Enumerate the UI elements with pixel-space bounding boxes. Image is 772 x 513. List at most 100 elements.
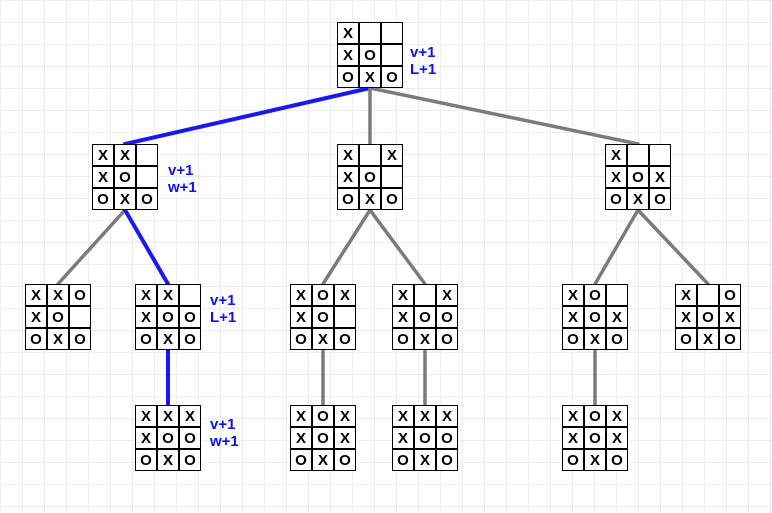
board-cell: X xyxy=(584,449,606,471)
board-cell: X xyxy=(392,405,414,427)
board-cell: X xyxy=(92,144,114,166)
board-cell: O xyxy=(69,328,91,350)
board-cell: X xyxy=(414,328,436,350)
board-cell xyxy=(697,284,719,306)
tic-tac-toe-board-root: XXOOXO xyxy=(337,22,403,88)
tree-edge xyxy=(638,210,708,284)
board-cell: O xyxy=(312,306,334,328)
board-cell xyxy=(606,284,628,306)
board-cell xyxy=(69,306,91,328)
board-cell: O xyxy=(697,306,719,328)
board-cell: O xyxy=(25,328,47,350)
board-cell: X xyxy=(114,144,136,166)
board-cell: O xyxy=(649,188,671,210)
board-cell: O xyxy=(584,427,606,449)
board-cell: O xyxy=(627,166,649,188)
board-cell: X xyxy=(157,449,179,471)
tic-tac-toe-board-l2e: XOXOXOXO xyxy=(562,284,628,350)
board-cell: X xyxy=(25,284,47,306)
board-cell: X xyxy=(334,427,356,449)
board-cell: X xyxy=(135,427,157,449)
board-cell xyxy=(136,166,158,188)
board-cell: O xyxy=(436,427,458,449)
board-cell: O xyxy=(135,449,157,471)
tree-edge xyxy=(323,210,370,284)
board-cell: X xyxy=(675,306,697,328)
board-cell: O xyxy=(337,188,359,210)
tree-edge xyxy=(125,88,370,144)
board-cell: O xyxy=(719,328,741,350)
board-cell: O xyxy=(157,427,179,449)
board-cell: X xyxy=(392,306,414,328)
tree-edge xyxy=(58,210,125,284)
board-cell: O xyxy=(675,328,697,350)
tic-tac-toe-board-l2c: XOXXOOXO xyxy=(290,284,356,350)
board-cell: O xyxy=(312,284,334,306)
tic-tac-toe-board-l2a: XXOXOOXO xyxy=(25,284,91,350)
board-cell xyxy=(381,44,403,66)
board-cell: X xyxy=(114,188,136,210)
board-cell xyxy=(359,22,381,44)
annotation-l2b: v+1 L+1 xyxy=(210,292,236,327)
annotation-root: v+1 L+1 xyxy=(410,44,436,79)
board-cell: X xyxy=(584,328,606,350)
board-cell: X xyxy=(135,405,157,427)
board-cell: O xyxy=(179,328,201,350)
board-cell: O xyxy=(381,66,403,88)
board-cell: X xyxy=(562,284,584,306)
board-cell xyxy=(414,284,436,306)
board-cell: O xyxy=(359,166,381,188)
tic-tac-toe-board-l2f: XOXOXOXO xyxy=(675,284,741,350)
board-cell: O xyxy=(135,328,157,350)
board-cell: O xyxy=(334,328,356,350)
board-cell: O xyxy=(436,306,458,328)
board-cell xyxy=(334,306,356,328)
tic-tac-toe-board-l1c: XXOXOXO xyxy=(605,144,671,210)
board-cell: X xyxy=(359,66,381,88)
board-cell: O xyxy=(392,449,414,471)
board-cell: O xyxy=(562,328,584,350)
board-cell: O xyxy=(69,284,91,306)
board-cell: X xyxy=(606,427,628,449)
board-cell: X xyxy=(605,144,627,166)
board-cell xyxy=(136,144,158,166)
board-cell: O xyxy=(392,328,414,350)
board-cell: X xyxy=(290,284,312,306)
board-cell: X xyxy=(337,22,359,44)
board-cell: X xyxy=(606,306,628,328)
board-cell: O xyxy=(719,284,741,306)
board-cell: O xyxy=(562,449,584,471)
board-cell: X xyxy=(157,405,179,427)
board-cell: X xyxy=(290,405,312,427)
tic-tac-toe-board-l3b: XOXXOXOXO xyxy=(290,405,356,471)
tree-edge xyxy=(595,210,638,284)
tic-tac-toe-board-l1b: XXXOOXO xyxy=(337,144,403,210)
tic-tac-toe-board-l3d: XOXXOXOXO xyxy=(562,405,628,471)
board-cell: O xyxy=(157,306,179,328)
board-cell: X xyxy=(92,166,114,188)
board-cell: O xyxy=(584,306,606,328)
board-cell: X xyxy=(290,427,312,449)
tree-edge xyxy=(370,210,425,284)
board-cell: O xyxy=(92,188,114,210)
board-cell xyxy=(381,166,403,188)
board-cell: X xyxy=(359,188,381,210)
board-cell: X xyxy=(337,44,359,66)
board-cell: O xyxy=(436,449,458,471)
board-cell: X xyxy=(47,328,69,350)
board-cell xyxy=(649,144,671,166)
tic-tac-toe-board-l3c: XXXXOOOXO xyxy=(392,405,458,471)
board-cell: X xyxy=(337,166,359,188)
board-cell: O xyxy=(312,427,334,449)
board-cell xyxy=(627,144,649,166)
board-cell: X xyxy=(697,328,719,350)
board-cell: X xyxy=(606,405,628,427)
board-cell: X xyxy=(337,144,359,166)
board-cell: X xyxy=(392,427,414,449)
board-cell: O xyxy=(359,44,381,66)
board-cell: O xyxy=(136,188,158,210)
tree-edge xyxy=(125,210,168,284)
tic-tac-toe-board-l2b: XXXOOOXO xyxy=(135,284,201,350)
board-cell: O xyxy=(436,328,458,350)
board-cell: X xyxy=(436,284,458,306)
